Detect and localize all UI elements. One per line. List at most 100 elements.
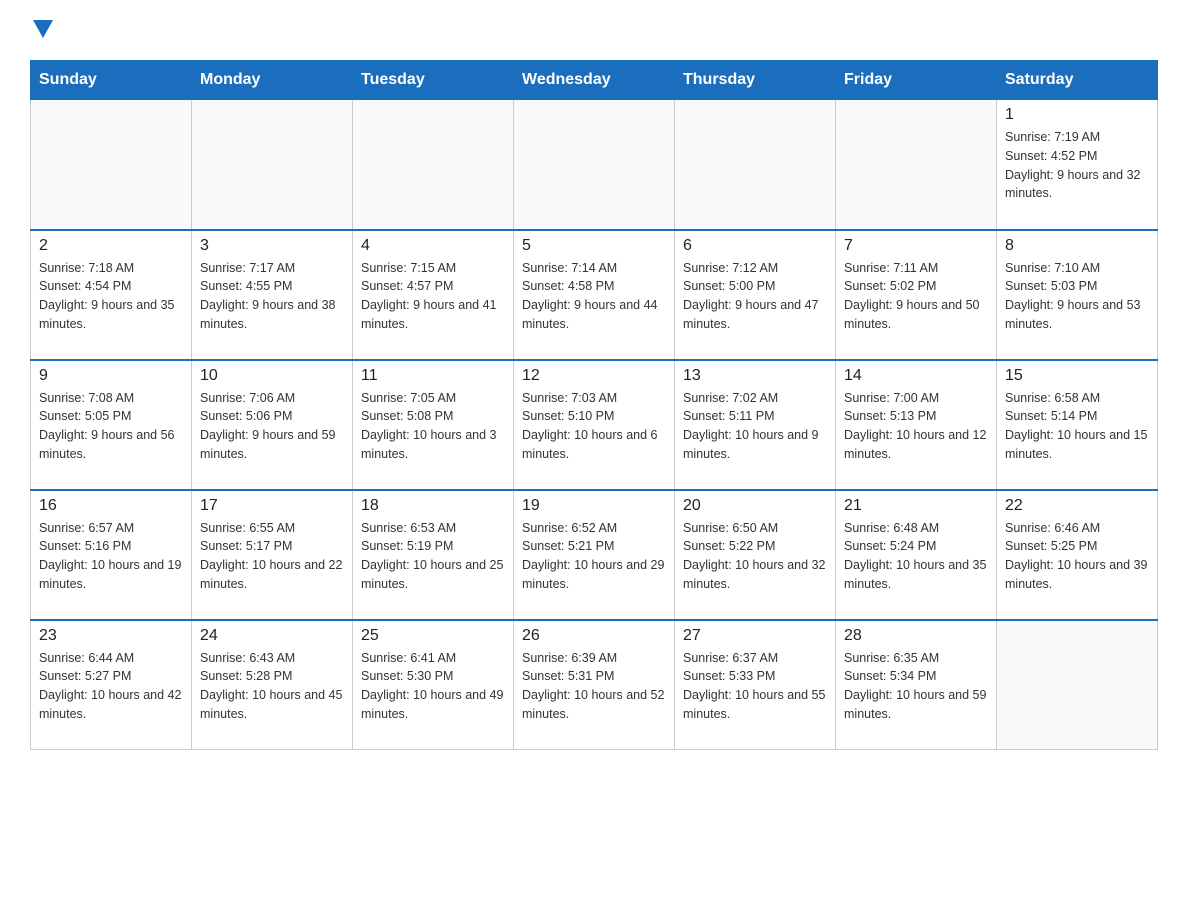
logo-triangle-icon	[33, 20, 53, 38]
day-number: 14	[844, 367, 988, 385]
calendar-cell: 5 Sunrise: 7:14 AM Sunset: 4:58 PM Daylig…	[514, 230, 675, 360]
day-number: 6	[683, 237, 827, 255]
day-number: 12	[522, 367, 666, 385]
calendar-cell: 4 Sunrise: 7:15 AM Sunset: 4:57 PM Daylig…	[353, 230, 514, 360]
day-info: Sunrise: 6:35 AM Sunset: 5:34 PM Dayligh…	[844, 649, 988, 724]
day-info: Sunrise: 7:18 AM Sunset: 4:54 PM Dayligh…	[39, 259, 183, 334]
calendar-cell: 21 Sunrise: 6:48 AM Sunset: 5:24 PM Dayli…	[836, 490, 997, 620]
calendar-week-row: 1 Sunrise: 7:19 AM Sunset: 4:52 PM Daylig…	[31, 100, 1158, 230]
day-info: Sunrise: 7:14 AM Sunset: 4:58 PM Dayligh…	[522, 259, 666, 334]
day-info: Sunrise: 7:17 AM Sunset: 4:55 PM Dayligh…	[200, 259, 344, 334]
day-info: Sunrise: 7:11 AM Sunset: 5:02 PM Dayligh…	[844, 259, 988, 334]
logo	[30, 20, 53, 40]
day-info: Sunrise: 6:48 AM Sunset: 5:24 PM Dayligh…	[844, 519, 988, 594]
calendar-header-row: SundayMondayTuesdayWednesdayThursdayFrid…	[31, 61, 1158, 100]
page-header	[30, 20, 1158, 40]
day-number: 13	[683, 367, 827, 385]
calendar-cell: 17 Sunrise: 6:55 AM Sunset: 5:17 PM Dayli…	[192, 490, 353, 620]
calendar-cell: 1 Sunrise: 7:19 AM Sunset: 4:52 PM Daylig…	[997, 100, 1158, 230]
day-number: 25	[361, 627, 505, 645]
day-number: 23	[39, 627, 183, 645]
day-number: 2	[39, 237, 183, 255]
calendar-cell: 7Sunrise: 7:11 AM Sunset: 5:02 PM Daylig…	[836, 230, 997, 360]
column-header-monday: Monday	[192, 61, 353, 100]
calendar-cell	[353, 100, 514, 230]
day-info: Sunrise: 6:39 AM Sunset: 5:31 PM Dayligh…	[522, 649, 666, 724]
day-number: 18	[361, 497, 505, 515]
day-number: 15	[1005, 367, 1149, 385]
calendar-cell: 28 Sunrise: 6:35 AM Sunset: 5:34 PM Dayli…	[836, 620, 997, 750]
day-number: 11	[361, 367, 505, 385]
day-info: Sunrise: 7:03 AM Sunset: 5:10 PM Dayligh…	[522, 389, 666, 464]
day-number: 8	[1005, 237, 1149, 255]
day-number: 27	[683, 627, 827, 645]
calendar-cell	[836, 100, 997, 230]
calendar-cell: 9 Sunrise: 7:08 AM Sunset: 5:05 PM Daylig…	[31, 360, 192, 490]
calendar-cell	[675, 100, 836, 230]
calendar-cell	[514, 100, 675, 230]
calendar-cell: 8 Sunrise: 7:10 AM Sunset: 5:03 PM Daylig…	[997, 230, 1158, 360]
calendar-cell: 14 Sunrise: 7:00 AM Sunset: 5:13 PM Dayli…	[836, 360, 997, 490]
logo-blue-text	[30, 20, 53, 40]
day-info: Sunrise: 7:00 AM Sunset: 5:13 PM Dayligh…	[844, 389, 988, 464]
calendar-cell: 3 Sunrise: 7:17 AM Sunset: 4:55 PM Daylig…	[192, 230, 353, 360]
calendar-cell	[31, 100, 192, 230]
day-number: 24	[200, 627, 344, 645]
day-number: 28	[844, 627, 988, 645]
calendar-cell: 26 Sunrise: 6:39 AM Sunset: 5:31 PM Dayli…	[514, 620, 675, 750]
day-info: Sunrise: 7:19 AM Sunset: 4:52 PM Dayligh…	[1005, 128, 1149, 203]
day-info: Sunrise: 6:44 AM Sunset: 5:27 PM Dayligh…	[39, 649, 183, 724]
day-number: 19	[522, 497, 666, 515]
day-info: Sunrise: 7:02 AM Sunset: 5:11 PM Dayligh…	[683, 389, 827, 464]
day-number: 5	[522, 237, 666, 255]
day-number: 21	[844, 497, 988, 515]
day-number: 9	[39, 367, 183, 385]
day-info: Sunrise: 6:57 AM Sunset: 5:16 PM Dayligh…	[39, 519, 183, 594]
day-info: Sunrise: 6:55 AM Sunset: 5:17 PM Dayligh…	[200, 519, 344, 594]
day-number: 10	[200, 367, 344, 385]
calendar-cell: 25 Sunrise: 6:41 AM Sunset: 5:30 PM Dayli…	[353, 620, 514, 750]
column-header-saturday: Saturday	[997, 61, 1158, 100]
calendar-table: SundayMondayTuesdayWednesdayThursdayFrid…	[30, 60, 1158, 750]
calendar-cell: 13 Sunrise: 7:02 AM Sunset: 5:11 PM Dayli…	[675, 360, 836, 490]
day-info: Sunrise: 6:58 AM Sunset: 5:14 PM Dayligh…	[1005, 389, 1149, 464]
column-header-friday: Friday	[836, 61, 997, 100]
calendar-cell	[192, 100, 353, 230]
day-info: Sunrise: 7:06 AM Sunset: 5:06 PM Dayligh…	[200, 389, 344, 464]
calendar-cell: 20Sunrise: 6:50 AM Sunset: 5:22 PM Dayli…	[675, 490, 836, 620]
calendar-cell: 10 Sunrise: 7:06 AM Sunset: 5:06 PM Dayli…	[192, 360, 353, 490]
column-header-wednesday: Wednesday	[514, 61, 675, 100]
day-info: Sunrise: 6:43 AM Sunset: 5:28 PM Dayligh…	[200, 649, 344, 724]
day-number: 1	[1005, 106, 1149, 124]
calendar-cell: 27 Sunrise: 6:37 AM Sunset: 5:33 PM Dayli…	[675, 620, 836, 750]
day-info: Sunrise: 6:41 AM Sunset: 5:30 PM Dayligh…	[361, 649, 505, 724]
calendar-cell: 6 Sunrise: 7:12 AM Sunset: 5:00 PM Daylig…	[675, 230, 836, 360]
calendar-cell: 23 Sunrise: 6:44 AM Sunset: 5:27 PM Dayli…	[31, 620, 192, 750]
calendar-cell: 12 Sunrise: 7:03 AM Sunset: 5:10 PM Dayli…	[514, 360, 675, 490]
calendar-cell: 24 Sunrise: 6:43 AM Sunset: 5:28 PM Dayli…	[192, 620, 353, 750]
calendar-cell: 15 Sunrise: 6:58 AM Sunset: 5:14 PM Dayli…	[997, 360, 1158, 490]
day-info: Sunrise: 7:05 AM Sunset: 5:08 PM Dayligh…	[361, 389, 505, 464]
calendar-cell: 22Sunrise: 6:46 AM Sunset: 5:25 PM Dayli…	[997, 490, 1158, 620]
calendar-cell: 11 Sunrise: 7:05 AM Sunset: 5:08 PM Dayli…	[353, 360, 514, 490]
day-number: 3	[200, 237, 344, 255]
calendar-cell	[997, 620, 1158, 750]
calendar-week-row: 23 Sunrise: 6:44 AM Sunset: 5:27 PM Dayli…	[31, 620, 1158, 750]
day-info: Sunrise: 6:37 AM Sunset: 5:33 PM Dayligh…	[683, 649, 827, 724]
day-info: Sunrise: 7:08 AM Sunset: 5:05 PM Dayligh…	[39, 389, 183, 464]
day-info: Sunrise: 6:46 AM Sunset: 5:25 PM Dayligh…	[1005, 519, 1149, 594]
day-info: Sunrise: 6:52 AM Sunset: 5:21 PM Dayligh…	[522, 519, 666, 594]
calendar-cell: 19 Sunrise: 6:52 AM Sunset: 5:21 PM Dayli…	[514, 490, 675, 620]
calendar-week-row: 2 Sunrise: 7:18 AM Sunset: 4:54 PM Daylig…	[31, 230, 1158, 360]
calendar-week-row: 16 Sunrise: 6:57 AM Sunset: 5:16 PM Dayli…	[31, 490, 1158, 620]
day-info: Sunrise: 7:15 AM Sunset: 4:57 PM Dayligh…	[361, 259, 505, 334]
calendar-cell: 2 Sunrise: 7:18 AM Sunset: 4:54 PM Daylig…	[31, 230, 192, 360]
day-info: Sunrise: 7:12 AM Sunset: 5:00 PM Dayligh…	[683, 259, 827, 334]
column-header-thursday: Thursday	[675, 61, 836, 100]
day-number: 4	[361, 237, 505, 255]
day-number: 17	[200, 497, 344, 515]
day-info: Sunrise: 7:10 AM Sunset: 5:03 PM Dayligh…	[1005, 259, 1149, 334]
day-number: 16	[39, 497, 183, 515]
column-header-sunday: Sunday	[31, 61, 192, 100]
day-number: 26	[522, 627, 666, 645]
